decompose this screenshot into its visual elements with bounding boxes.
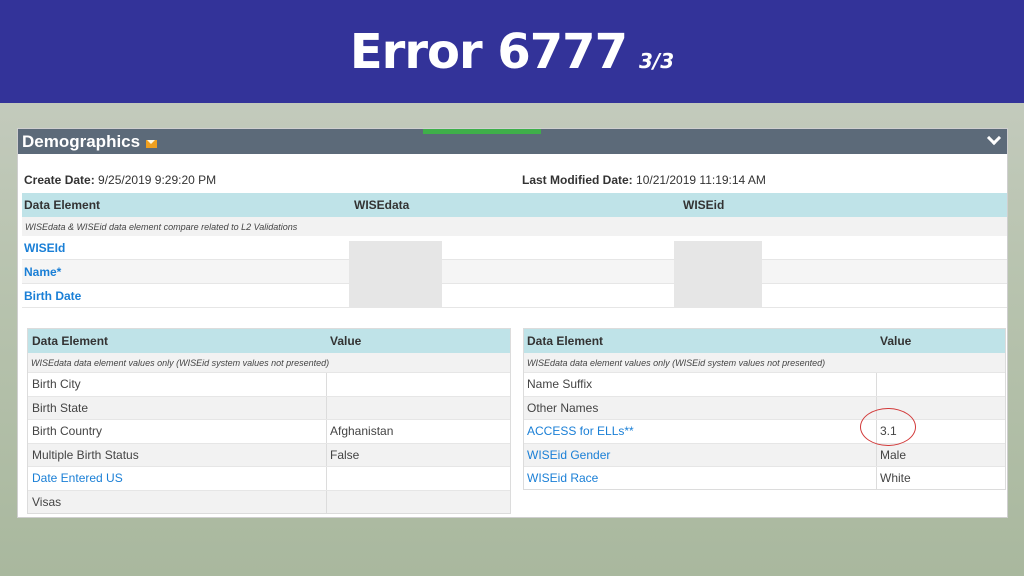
table-row: Other Names bbox=[524, 395, 1005, 419]
last-modified-date: Last Modified Date: 10/21/2019 11:19:14 … bbox=[522, 173, 766, 187]
table-row: Name* bbox=[22, 260, 1007, 284]
element-cell: Other Names bbox=[524, 396, 877, 419]
element-cell: Birth State bbox=[28, 396, 327, 419]
value-cell bbox=[327, 397, 330, 420]
element-cell: Name Suffix bbox=[524, 373, 877, 396]
access-for-ells-link[interactable]: ACCESS for ELLs** bbox=[524, 420, 877, 443]
table-row: Date Entered US bbox=[28, 466, 510, 490]
value-cell: False bbox=[330, 447, 360, 462]
column-header: Data Element bbox=[24, 198, 101, 212]
right-values-table: Data Element Value WISEdata data element… bbox=[523, 328, 1006, 490]
compare-table-header: Data Element WISEdata WISEid bbox=[22, 193, 1007, 217]
redacted-block bbox=[674, 241, 762, 307]
last-modified-value: 10/21/2019 11:19:14 AM bbox=[636, 173, 766, 187]
value-cell: Afghanistan bbox=[330, 424, 394, 439]
element-cell: Visas bbox=[28, 490, 327, 513]
column-header: Value bbox=[880, 334, 912, 348]
value-cell bbox=[327, 491, 330, 514]
column-header: WISEid bbox=[683, 198, 725, 212]
table-row: Birth State bbox=[28, 395, 510, 420]
column-header: Value bbox=[330, 334, 362, 348]
demographics-panel: Demographics Create Date: 9/25/2019 9:29… bbox=[17, 128, 1008, 518]
panel-title: Demographics bbox=[22, 131, 141, 151]
create-date: Create Date: 9/25/2019 9:29:20 PM bbox=[24, 173, 216, 187]
element-cell: Birth Country bbox=[28, 420, 327, 443]
compare-table-note: WISEdata & WISEid data element compare r… bbox=[22, 217, 1007, 236]
date-entered-us-link[interactable]: Date Entered US bbox=[28, 467, 327, 490]
mail-icon[interactable] bbox=[146, 139, 158, 148]
value-cell bbox=[327, 373, 330, 396]
table-row: WISEid Race White bbox=[524, 466, 1005, 490]
right-table-header: Data Element Value bbox=[524, 329, 1005, 353]
left-values-table: Data Element Value WISEdata data element… bbox=[27, 328, 511, 514]
column-header: Data Element bbox=[32, 334, 109, 348]
right-table-note: WISEdata data element values only (WISEi… bbox=[524, 353, 1005, 372]
left-table-header: Data Element Value bbox=[28, 329, 510, 353]
birth-date-link[interactable]: Birth Date bbox=[22, 289, 81, 303]
column-header: Data Element bbox=[527, 334, 604, 348]
element-cell: Multiple Birth Status bbox=[28, 443, 327, 466]
table-row: WISEid Gender Male bbox=[524, 442, 1005, 466]
value-cell: Male bbox=[880, 447, 907, 462]
table-row: Birth Country Afghanistan bbox=[28, 419, 510, 443]
wiseid-gender-link[interactable]: WISEid Gender bbox=[524, 443, 877, 466]
table-row: Name Suffix bbox=[524, 372, 1005, 396]
table-row: Visas bbox=[28, 489, 510, 514]
status-fragment bbox=[423, 129, 541, 134]
wiseid-link[interactable]: WISEId bbox=[22, 241, 65, 255]
left-table-note: WISEdata data element values only (WISEi… bbox=[28, 353, 510, 372]
value-cell bbox=[327, 467, 330, 490]
wiseid-race-link[interactable]: WISEid Race bbox=[524, 467, 877, 489]
table-row: Birth Date bbox=[22, 284, 1007, 308]
element-cell: Birth City bbox=[28, 373, 327, 396]
name-link[interactable]: Name* bbox=[22, 265, 61, 279]
table-row: ACCESS for ELLs** 3.1 bbox=[524, 419, 1005, 443]
value-cell: White bbox=[880, 470, 911, 485]
panel-header: Demographics bbox=[18, 129, 1007, 154]
create-date-label: Create Date: bbox=[24, 173, 95, 187]
highlight-circle bbox=[860, 408, 916, 446]
slide-subtitle: 3/3 bbox=[638, 48, 675, 73]
slide-title-bar: Error 6777 3/3 bbox=[0, 0, 1024, 103]
last-modified-label: Last Modified Date: bbox=[522, 173, 633, 187]
slide-title: Error 6777 bbox=[349, 23, 628, 80]
redacted-block bbox=[349, 241, 442, 307]
column-header: WISEdata bbox=[354, 198, 410, 212]
table-row: Multiple Birth Status False bbox=[28, 442, 510, 466]
table-row: WISEId bbox=[22, 236, 1007, 260]
table-row: Birth City bbox=[28, 372, 510, 396]
chevron-down-icon[interactable] bbox=[986, 130, 1002, 146]
create-date-value: 9/25/2019 9:29:20 PM bbox=[98, 173, 217, 187]
compare-table: Data Element WISEdata WISEid WISEdata & … bbox=[22, 193, 1007, 308]
value-cell bbox=[877, 373, 880, 396]
